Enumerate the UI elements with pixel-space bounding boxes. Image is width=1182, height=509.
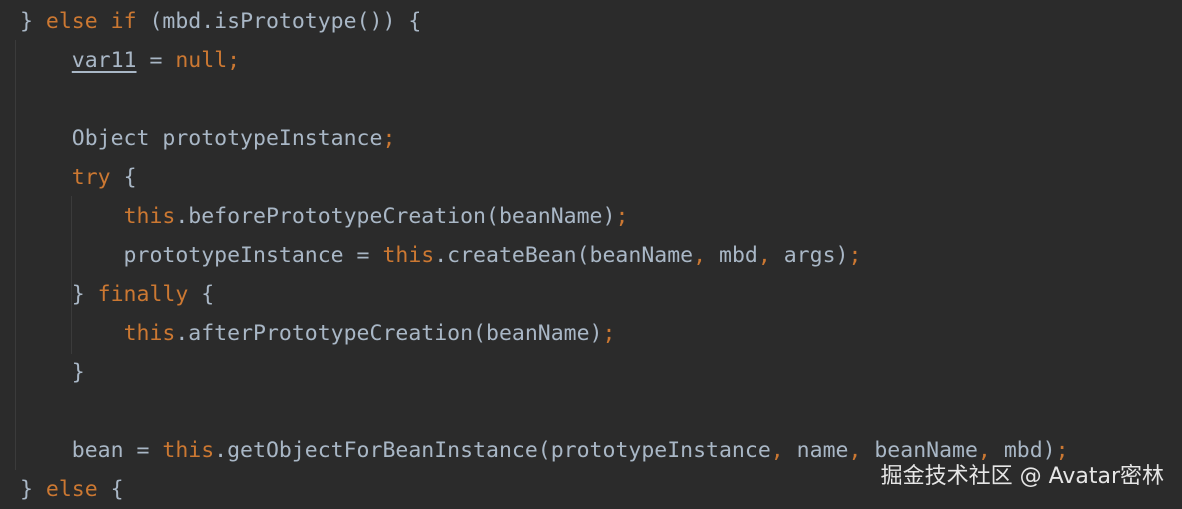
keyword-token: ; [615, 204, 629, 229]
watermark: 掘金技术社区 @ Avatar密林 [880, 464, 1164, 489]
code-token: .afterPrototypeCreation(beanName) [175, 321, 603, 346]
keyword-token: this [123, 321, 176, 346]
keyword-token: , [693, 243, 707, 268]
keyword-token: ; [602, 321, 616, 346]
keyword-token: null [175, 48, 228, 73]
keyword-token: ; [382, 126, 396, 151]
code-line[interactable]: try { [20, 158, 137, 197]
keyword-token: this [123, 204, 176, 229]
code-token: } [20, 477, 46, 502]
code-token: { [110, 165, 137, 190]
code-line[interactable]: this.beforePrototypeCreation(beanName); [20, 197, 629, 236]
code-token: = [136, 48, 176, 73]
code-token: } [20, 360, 85, 385]
code-token: Object prototypeInstance [20, 126, 383, 151]
code-token: bean = [20, 438, 163, 463]
code-line[interactable]: prototypeInstance = this.createBean(bean… [20, 236, 862, 275]
code-line[interactable]: var11 = null; [20, 41, 240, 80]
code-token: prototypeInstance = [20, 243, 383, 268]
keyword-token: , [770, 438, 784, 463]
code-token: { [188, 282, 215, 307]
keyword-token: , [757, 243, 771, 268]
code-line[interactable]: } finally { [20, 275, 214, 314]
code-token: name [783, 438, 849, 463]
code-line[interactable]: } else if (mbd.isPrototype()) { [20, 2, 421, 41]
keyword-token: ; [227, 48, 241, 73]
code-token: .createBean(beanName [434, 243, 694, 268]
code-line[interactable]: } [20, 353, 85, 392]
code-token: } [20, 9, 46, 34]
code-token: (mbd.isPrototype()) { [136, 9, 422, 34]
code-line[interactable]: } else { [20, 470, 124, 509]
keyword-token: , [848, 438, 862, 463]
keyword-token: this [162, 438, 215, 463]
keyword-token: if [110, 9, 137, 34]
code-token: .getObjectForBeanInstance(prototypeInsta… [214, 438, 771, 463]
code-token: .beforePrototypeCreation(beanName) [175, 204, 616, 229]
indent-guide [15, 40, 16, 470]
code-token: { [97, 477, 124, 502]
code-line[interactable]: Object prototypeInstance; [20, 119, 396, 158]
code-editor[interactable]: } else if (mbd.isPrototype()) { var11 = … [0, 0, 1182, 509]
code-token: } [20, 282, 98, 307]
code-token: mbd [706, 243, 758, 268]
variable-token: var11 [71, 48, 137, 73]
code-line[interactable]: this.afterPrototypeCreation(beanName); [20, 314, 616, 353]
keyword-token: this [382, 243, 435, 268]
keyword-token: finally [97, 282, 189, 307]
keyword-token: else [45, 9, 98, 34]
code-token: args) [770, 243, 849, 268]
keyword-token: ; [848, 243, 862, 268]
keyword-token: try [71, 165, 111, 190]
keyword-token: else [45, 477, 98, 502]
